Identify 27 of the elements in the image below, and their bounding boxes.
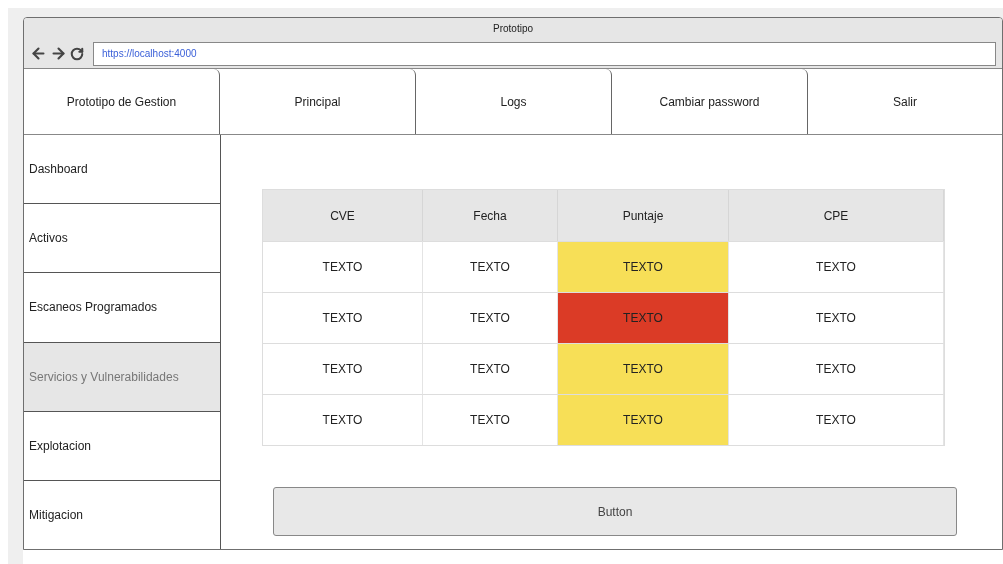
column-header: CPE: [729, 190, 944, 241]
nav-tab[interactable]: Logs: [416, 69, 612, 134]
table-cell: TEXTO: [263, 394, 423, 445]
table-cell: TEXTO: [263, 292, 423, 343]
score-cell: TEXTO: [558, 394, 729, 445]
sidebar-item[interactable]: Servicios y Vulnerabilidades: [24, 342, 220, 412]
reload-icon[interactable]: [70, 46, 84, 61]
table-cell: TEXTO: [263, 343, 423, 394]
nav-tab[interactable]: Salir: [808, 69, 1002, 134]
app-title: Prototipo de Gestion: [24, 69, 220, 134]
score-cell: TEXTO: [558, 292, 729, 343]
table-cell: TEXTO: [729, 394, 944, 445]
action-button[interactable]: Button: [273, 487, 957, 536]
nav-tab[interactable]: Cambiar password: [612, 69, 808, 134]
table-cell: TEXTO: [729, 292, 944, 343]
table-cell: TEXTO: [729, 241, 944, 292]
score-cell: TEXTO: [558, 241, 729, 292]
column-header: CVE: [263, 190, 423, 241]
table-cell: TEXTO: [729, 343, 944, 394]
column-header: Fecha: [423, 190, 558, 241]
score-cell: TEXTO: [558, 343, 729, 394]
column-header: Puntaje: [558, 190, 729, 241]
table-cell: TEXTO: [263, 241, 423, 292]
nav-tab[interactable]: Principal: [220, 69, 416, 134]
address-field[interactable]: https://localhost:4000: [93, 41, 996, 66]
window-title: Prototipo: [24, 18, 1002, 39]
forward-arrow-icon[interactable]: [50, 45, 67, 62]
